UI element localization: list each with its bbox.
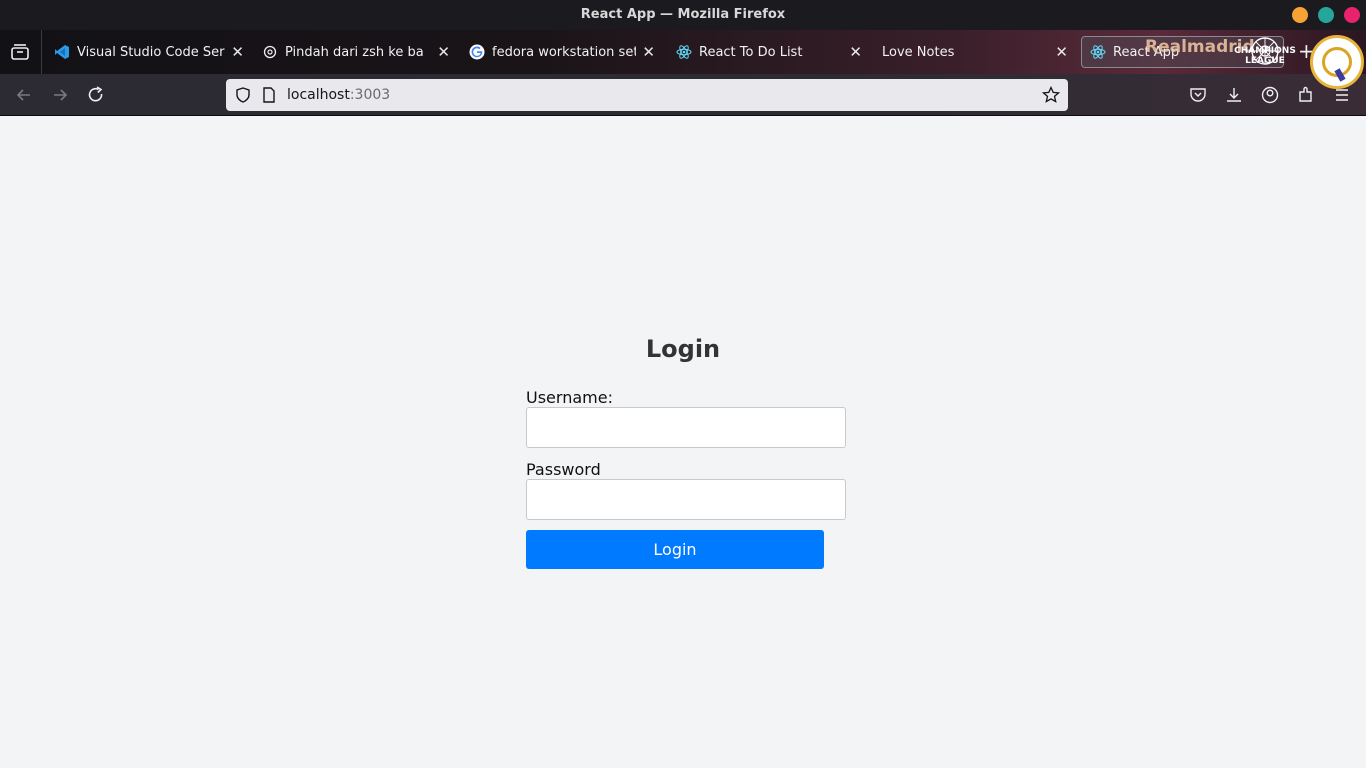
tab-label: Visual Studio Code Server <box>77 44 225 60</box>
downloads-icon[interactable] <box>1225 86 1243 104</box>
champions-league-badge: CHAMPIONS LEAGUE <box>1234 46 1296 66</box>
account-icon[interactable] <box>1261 86 1279 104</box>
login-title: Login <box>645 335 721 363</box>
password-label: Password <box>526 460 601 479</box>
react-icon <box>676 44 692 60</box>
tracking-protection-shield-icon[interactable] <box>235 87 251 103</box>
firefox-view-icon <box>11 44 29 60</box>
close-tab-icon[interactable]: ✕ <box>849 44 862 60</box>
url-host: localhost <box>287 87 350 103</box>
tab-react-todo[interactable]: React To Do List ✕ <box>676 36 862 68</box>
close-window-button[interactable] <box>1344 7 1360 23</box>
url-port: :3003 <box>349 87 391 103</box>
password-input[interactable] <box>526 479 846 520</box>
google-icon <box>469 44 485 60</box>
tab-pindah[interactable]: Pindah dari zsh ke bash ✕ <box>262 36 450 68</box>
close-tab-icon[interactable]: ✕ <box>1055 44 1068 60</box>
chatgpt-icon <box>262 44 278 60</box>
url-bar[interactable]: localhost:3003 <box>226 79 1068 111</box>
maximize-button[interactable] <box>1318 7 1334 23</box>
close-tab-icon[interactable]: ✕ <box>642 44 655 60</box>
minimize-button[interactable] <box>1292 7 1308 23</box>
extensions-icon[interactable] <box>1297 86 1315 104</box>
login-button[interactable]: Login <box>526 530 824 569</box>
forward-icon[interactable] <box>50 85 70 105</box>
username-label: Username: <box>526 388 613 407</box>
tab-vscode[interactable]: Visual Studio Code Server ✕ <box>54 36 244 68</box>
tab-fedora[interactable]: fedora workstation setup ✕ <box>469 36 655 68</box>
back-icon[interactable] <box>14 85 34 105</box>
page-info-icon[interactable] <box>262 87 276 103</box>
pocket-icon[interactable] <box>1189 86 1207 104</box>
reload-icon[interactable] <box>86 85 106 105</box>
tab-label: React To Do List <box>699 44 803 60</box>
tab-label: fedora workstation setup <box>492 44 637 60</box>
window-title: React App — Mozilla Firefox <box>580 7 786 22</box>
page-content: Login Username: Password Login <box>0 116 1366 768</box>
real-madrid-crest-icon <box>1310 35 1364 89</box>
tab-label: Love Notes <box>882 44 955 60</box>
react-icon <box>1090 44 1106 60</box>
url-text[interactable]: localhost:3003 <box>287 87 390 103</box>
vscode-icon <box>54 44 70 60</box>
close-tab-icon[interactable]: ✕ <box>437 44 450 60</box>
tab-love-notes[interactable]: Love Notes ✕ <box>882 36 1068 68</box>
firefox-view-button[interactable] <box>0 30 42 74</box>
tab-strip: Visual Studio Code Server ✕ Pindah dari … <box>0 30 1366 74</box>
tab-label: Pindah dari zsh ke bash <box>285 44 424 60</box>
close-tab-icon[interactable]: ✕ <box>231 44 244 60</box>
window-titlebar: React App — Mozilla Firefox <box>0 0 1366 30</box>
navigation-toolbar: localhost:3003 <box>0 74 1366 116</box>
bookmark-star-icon[interactable] <box>1042 86 1060 104</box>
username-input[interactable] <box>526 407 846 448</box>
